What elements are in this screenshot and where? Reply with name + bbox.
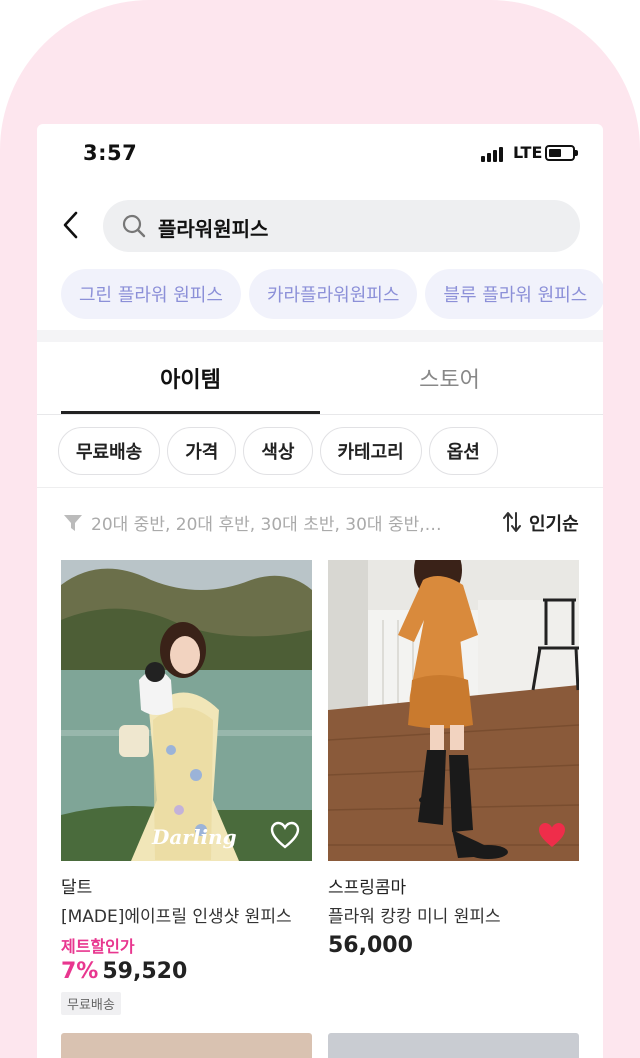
store-name[interactable]: 달트: [61, 873, 312, 898]
heart-outline-icon[interactable]: [270, 821, 300, 849]
filter-free-shipping[interactable]: 무료배송: [58, 427, 161, 475]
tab-bar: 아이템 스토어: [61, 342, 579, 414]
product-name[interactable]: [MADE]에이프릴 인생샷 원피스: [61, 902, 312, 927]
keyword-chip[interactable]: 블루 플라워 원피스: [425, 269, 603, 319]
product-name[interactable]: 플라워 캉캉 미니 원피스: [328, 902, 579, 927]
product-image[interactable]: [328, 560, 579, 861]
price: 59,520: [102, 959, 188, 984]
product-image[interactable]: [328, 1033, 579, 1058]
battery-icon: [545, 145, 578, 161]
sort-icon[interactable]: [503, 511, 521, 533]
network-label: LTE: [513, 143, 543, 162]
tab-stores[interactable]: 스토어: [320, 342, 579, 414]
search-input[interactable]: 플라워원피스: [103, 200, 580, 252]
sale-label: 제트할인가: [61, 937, 135, 956]
section-divider: [37, 330, 603, 342]
heart-filled-icon[interactable]: [537, 821, 567, 849]
tab-items[interactable]: 아이템: [61, 342, 320, 414]
keyword-chips: 그린 플라워 원피스 카라플라워원피스 블루 플라워 원피스: [61, 269, 603, 319]
tab-divider: [37, 414, 603, 415]
discount-rate: 7%: [61, 959, 99, 984]
back-button[interactable]: [57, 208, 83, 242]
phone-screen: 3:57 LTE 플라워원피스 그린 플라워 원피스 카라플라워원피스 블루 플…: [37, 124, 603, 1058]
product-card[interactable]: 스프링콤마 플라워 캉캉 미니 원피스 56,000: [328, 560, 579, 958]
status-bar: 3:57 LTE: [37, 124, 603, 184]
keyword-chip[interactable]: 그린 플라워 원피스: [61, 269, 241, 319]
price-row: 7% 59,520: [61, 959, 312, 984]
product-card[interactable]: Darling 달트 [MADE]에이프릴 인생샷 원피스 제트할인가 7% 59…: [61, 560, 312, 1015]
image-caption: Darling: [151, 825, 237, 849]
search-query: 플라워원피스: [158, 217, 269, 241]
price: 56,000: [328, 933, 413, 958]
store-name[interactable]: 스프링콤마: [328, 873, 579, 898]
keyword-chip[interactable]: 카라플라워원피스: [248, 269, 418, 319]
filter-category[interactable]: 카테고리: [319, 427, 422, 475]
filter-color[interactable]: 색상: [243, 427, 313, 475]
product-image[interactable]: Darling: [61, 560, 312, 861]
sort-button[interactable]: 인기순: [529, 510, 579, 536]
search-icon: [122, 214, 146, 238]
filter-option[interactable]: 옵션: [428, 427, 498, 475]
signal-icon: [481, 146, 507, 162]
filter-chips: 무료배송 가격 색상 카테고리 옵션: [58, 427, 498, 475]
chevron-left-icon: [63, 211, 78, 239]
product-image[interactable]: [61, 1033, 312, 1058]
filter-divider: [37, 487, 603, 488]
age-tag-summary[interactable]: 20대 중반, 20대 후반, 30대 초반, 30대 중반,…: [91, 510, 471, 535]
filter-icon[interactable]: [63, 513, 83, 533]
free-shipping-badge: 무료배송: [61, 992, 121, 1015]
status-time: 3:57: [83, 141, 138, 165]
filter-price[interactable]: 가격: [167, 427, 237, 475]
